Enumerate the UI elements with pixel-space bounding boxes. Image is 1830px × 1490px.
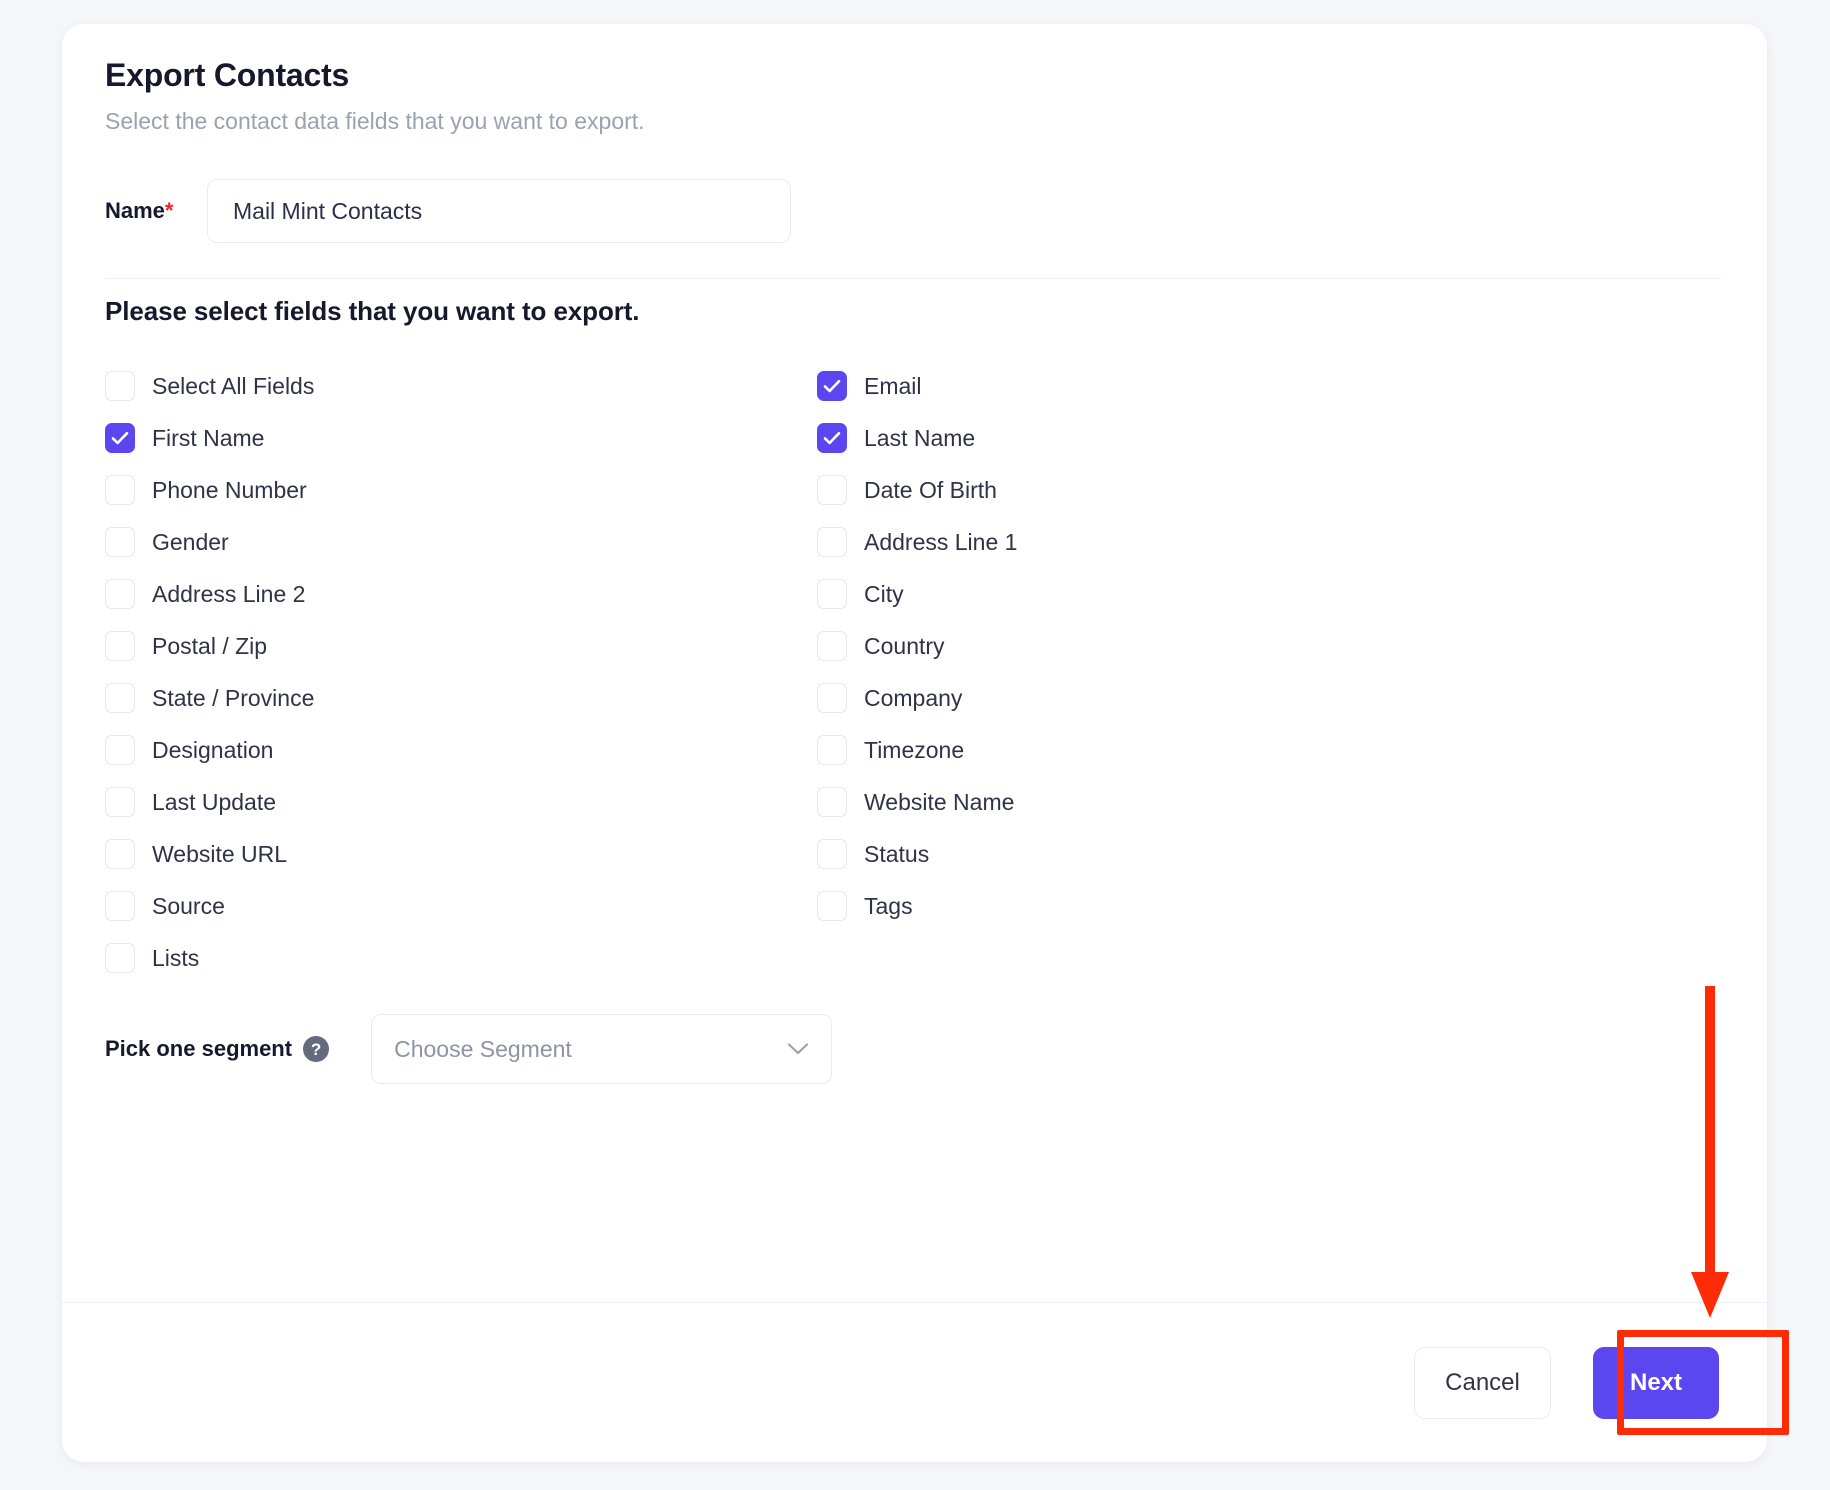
field-label: Designation — [152, 736, 274, 763]
field-label: Postal / Zip — [152, 632, 268, 659]
segment-label: Pick one segment ? — [105, 1036, 330, 1062]
field-label: Website URL — [152, 840, 288, 867]
field-checkbox-row[interactable]: Address Line 2 — [105, 568, 817, 620]
field-label: Last Update — [152, 788, 277, 815]
checkbox-unchecked-icon[interactable] — [817, 683, 847, 713]
checkbox-unchecked-icon[interactable] — [817, 891, 847, 921]
name-label: Name* — [105, 198, 207, 224]
checkbox-unchecked-icon[interactable] — [105, 839, 135, 869]
next-button[interactable]: Next — [1593, 1346, 1719, 1419]
chevron-down-icon — [787, 1042, 809, 1056]
field-checkbox-row[interactable]: State / Province — [105, 672, 817, 724]
section-divider — [105, 278, 1721, 279]
field-label: Select All Fields — [152, 372, 315, 399]
export-contacts-page: Export Contacts Select the contact data … — [0, 0, 1830, 1490]
name-input[interactable] — [207, 179, 791, 243]
card-footer: Cancel Next — [62, 1303, 1767, 1462]
checkbox-unchecked-icon[interactable] — [105, 631, 135, 661]
field-checkbox-row[interactable]: Last Update — [105, 776, 817, 828]
field-label: Gender — [152, 528, 229, 555]
checkbox-unchecked-icon[interactable] — [105, 735, 135, 765]
field-checkbox-row[interactable]: Country — [817, 620, 1529, 672]
field-label: Lists — [152, 944, 200, 971]
cancel-button[interactable]: Cancel — [1414, 1346, 1551, 1419]
field-checkbox-row[interactable]: Postal / Zip — [105, 620, 817, 672]
export-contacts-card: Export Contacts Select the contact data … — [62, 24, 1767, 1462]
field-checkbox-row[interactable]: Designation — [105, 724, 817, 776]
field-label: Source — [152, 892, 225, 919]
field-checkbox-row[interactable]: Lists — [105, 932, 817, 984]
checkbox-checked-icon[interactable] — [105, 423, 135, 453]
page-title: Export Contacts — [105, 57, 350, 93]
checkbox-unchecked-icon[interactable] — [817, 579, 847, 609]
checkbox-checked-icon[interactable] — [817, 423, 847, 453]
field-label: Timezone — [864, 736, 965, 763]
field-label: Address Line 2 — [152, 580, 306, 607]
field-label: Website Name — [864, 788, 1015, 815]
segment-placeholder: Choose Segment — [394, 1035, 572, 1062]
field-checkbox-row[interactable]: Website Name — [817, 776, 1529, 828]
field-label: City — [864, 580, 904, 607]
segment-row: Pick one segment ? Choose Segment — [105, 1014, 833, 1084]
checkbox-unchecked-icon[interactable] — [817, 631, 847, 661]
field-checkbox-row[interactable]: Email — [817, 360, 1529, 412]
page-subtitle: Select the contact data fields that you … — [105, 108, 645, 135]
field-checkbox-row[interactable]: Date Of Birth — [817, 464, 1529, 516]
checkbox-unchecked-icon[interactable] — [817, 475, 847, 505]
checkbox-unchecked-icon[interactable] — [105, 787, 135, 817]
field-checkbox-row[interactable]: Website URL — [105, 828, 817, 880]
name-label-text: Name — [105, 198, 165, 223]
field-label: Date Of Birth — [864, 476, 997, 503]
field-label: Status — [864, 840, 930, 867]
field-checkbox-row[interactable]: Company — [817, 672, 1529, 724]
field-label: Address Line 1 — [864, 528, 1018, 555]
segment-select[interactable]: Choose Segment — [371, 1014, 833, 1084]
field-checkbox-row[interactable]: First Name — [105, 412, 817, 464]
checkbox-unchecked-icon[interactable] — [105, 475, 135, 505]
name-row: Name* — [105, 179, 791, 243]
field-label: Tags — [864, 892, 913, 919]
segment-label-text: Pick one segment — [105, 1036, 293, 1061]
field-label: First Name — [152, 424, 265, 451]
field-checkbox-row[interactable]: Select All Fields — [105, 360, 817, 412]
field-checkbox-row[interactable]: Address Line 1 — [817, 516, 1529, 568]
field-checkbox-row[interactable]: Source — [105, 880, 817, 932]
question-mark-icon[interactable]: ? — [303, 1036, 330, 1062]
field-label: Last Name — [864, 424, 976, 451]
checkbox-checked-icon[interactable] — [817, 371, 847, 401]
card-header: Export Contacts Select the contact data … — [105, 56, 645, 136]
field-label: State / Province — [152, 684, 315, 711]
checkbox-unchecked-icon[interactable] — [817, 735, 847, 765]
checkbox-unchecked-icon[interactable] — [105, 891, 135, 921]
checkbox-unchecked-icon[interactable] — [105, 371, 135, 401]
next-button-wrapper: Next — [1593, 1346, 1719, 1419]
field-checkbox-row[interactable]: City — [817, 568, 1529, 620]
checkbox-unchecked-icon[interactable] — [105, 527, 135, 557]
field-label: Email — [864, 372, 922, 399]
required-asterisk: * — [164, 198, 174, 223]
fields-grid: Select All Fields Email First Name Last Nam… — [105, 360, 1725, 984]
checkbox-unchecked-icon[interactable] — [105, 683, 135, 713]
field-label: Phone Number — [152, 476, 307, 503]
field-checkbox-row[interactable]: Last Name — [817, 412, 1529, 464]
checkbox-unchecked-icon[interactable] — [817, 527, 847, 557]
field-checkbox-row[interactable]: Tags — [817, 880, 1529, 932]
field-checkbox-row[interactable]: Gender — [105, 516, 817, 568]
field-label: Company — [864, 684, 963, 711]
field-checkbox-row[interactable]: Phone Number — [105, 464, 817, 516]
field-label: Country — [864, 632, 945, 659]
checkbox-unchecked-icon[interactable] — [817, 787, 847, 817]
checkbox-unchecked-icon[interactable] — [105, 943, 135, 973]
field-checkbox-row[interactable]: Timezone — [817, 724, 1529, 776]
fields-section-title: Please select fields that you want to ex… — [105, 296, 640, 326]
checkbox-unchecked-icon[interactable] — [817, 839, 847, 869]
field-checkbox-row[interactable]: Status — [817, 828, 1529, 880]
checkbox-unchecked-icon[interactable] — [105, 579, 135, 609]
